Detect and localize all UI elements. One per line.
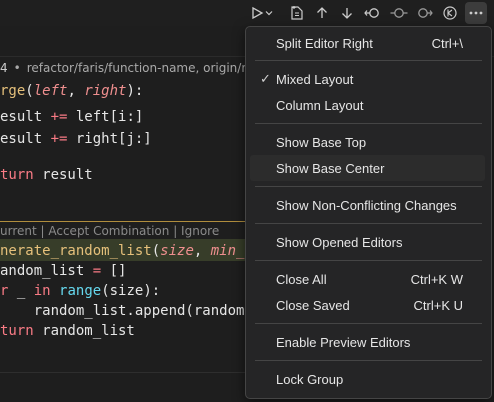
- menu-item-label: Column Layout: [276, 97, 364, 113]
- menu-item-label: Close All: [276, 271, 327, 287]
- menu-item-label: Show Base Top: [276, 134, 367, 150]
- code-token: esult: [0, 109, 43, 125]
- menu-item-show-non-conflicting[interactable]: Show Non-Conflicting Changes: [250, 192, 485, 218]
- menu-item-lock-group[interactable]: Lock Group: [250, 366, 485, 392]
- menu-item-show-base-center[interactable]: Show Base Center: [250, 155, 485, 181]
- menu-item-label: Show Base Center: [276, 160, 385, 176]
- conflict-actions[interactable]: urrent | Accept Combination | Ignore: [0, 222, 219, 240]
- menu-item-close-all[interactable]: Close All Ctrl+K W: [250, 266, 485, 292]
- code-line: rge(left, right):: [0, 80, 143, 102]
- menu-separator: [255, 123, 482, 124]
- code-line: r _ in range(size):: [0, 280, 160, 302]
- menu-item-label: Show Non-Conflicting Changes: [276, 197, 457, 213]
- code-token: in: [33, 283, 51, 299]
- breadcrumb-num: 4: [0, 61, 8, 75]
- menu-separator: [255, 60, 482, 61]
- menu-item-enable-preview-editors[interactable]: Enable Preview Editors: [250, 329, 485, 355]
- code-token: random_list.append(random.r: [0, 303, 262, 319]
- code-token: result: [33, 167, 93, 183]
- check-icon: ✓: [260, 71, 271, 86]
- code-line: turn result: [0, 164, 93, 186]
- more-icon[interactable]: [465, 2, 487, 24]
- code-line: esult += right[j:]: [0, 128, 152, 150]
- code-line: andom_list = []: [0, 260, 126, 282]
- code-token: _: [8, 283, 34, 299]
- editor-toolbar: [0, 0, 494, 26]
- new-file-icon[interactable]: [286, 2, 308, 24]
- menu-item-label: Show Opened Editors: [276, 234, 403, 250]
- menu-item-label: Split Editor Right: [276, 35, 373, 51]
- menu-item-shortcut: Ctrl+K W: [410, 271, 463, 287]
- code-token: []: [109, 263, 127, 279]
- code-token: left[i:]: [75, 109, 144, 125]
- menu-separator: [255, 360, 482, 361]
- code-token: random_list: [33, 323, 135, 339]
- code-token: left: [33, 83, 68, 99]
- code-token: +=: [42, 131, 76, 147]
- chevron-down-icon[interactable]: [262, 2, 276, 24]
- menu-item-label: Mixed Layout: [276, 71, 354, 87]
- menu-item-column-layout[interactable]: Column Layout: [250, 92, 485, 118]
- arrow-up-icon[interactable]: [311, 2, 333, 24]
- menu-item-label: Lock Group: [276, 371, 344, 387]
- code-token: range: [59, 283, 102, 299]
- code-token: right[j:]: [75, 131, 152, 147]
- code-token: turn: [0, 323, 34, 339]
- code-token: ):: [126, 83, 144, 99]
- menu-item-split-editor-right[interactable]: Split Editor Right Ctrl+\: [250, 30, 485, 56]
- code-line: random_list.append(random.r: [0, 300, 262, 322]
- accept-both-icon[interactable]: [388, 2, 410, 24]
- menu-separator: [255, 186, 482, 187]
- arrow-down-icon[interactable]: [336, 2, 358, 24]
- code-line: esult += left[i:]: [0, 106, 143, 128]
- menu-separator: [255, 223, 482, 224]
- code-token: ,: [67, 83, 85, 99]
- code-line: turn random_list: [0, 320, 135, 342]
- accept-current-icon[interactable]: [362, 2, 384, 24]
- panel-divider: [0, 372, 246, 373]
- code-token: ,: [193, 243, 211, 259]
- code-token: right: [84, 83, 127, 99]
- code-token: (size):: [101, 283, 161, 299]
- menu-item-show-base-top[interactable]: Show Base Top: [250, 129, 485, 155]
- menu-item-shortcut: Ctrl+\: [431, 35, 463, 51]
- code-token: min_: [210, 243, 245, 259]
- menu-item-show-opened-editors[interactable]: Show Opened Editors: [250, 229, 485, 255]
- menu-separator: [255, 323, 482, 324]
- menu-item-label: Enable Preview Editors: [276, 334, 411, 350]
- code-token: turn: [0, 167, 34, 183]
- toggle-icon[interactable]: [439, 2, 461, 24]
- menu-item-close-saved[interactable]: Close Saved Ctrl+K U: [250, 292, 485, 318]
- breadcrumb-dot: •: [13, 61, 21, 75]
- code-token: andom_list: [0, 263, 85, 279]
- code-token: (: [151, 243, 161, 259]
- code-token: +=: [42, 109, 76, 125]
- menu-item-mixed-layout[interactable]: ✓ Mixed Layout: [250, 66, 485, 92]
- code-token: esult: [0, 131, 43, 147]
- code-token: nerate_random_list: [0, 243, 152, 259]
- menu-item-shortcut: Ctrl+K U: [413, 297, 463, 313]
- accept-incoming-icon[interactable]: [413, 2, 435, 24]
- context-menu: Split Editor Right Ctrl+\ ✓ Mixed Layout…: [245, 26, 492, 399]
- code-token: rge: [0, 83, 26, 99]
- code-line: nerate_random_list(size, min_: [0, 240, 244, 262]
- code-token: size: [160, 243, 194, 259]
- menu-separator: [255, 260, 482, 261]
- menu-item-label: Close Saved: [276, 297, 350, 313]
- code-token: (: [25, 83, 34, 99]
- code-token: =: [84, 263, 110, 279]
